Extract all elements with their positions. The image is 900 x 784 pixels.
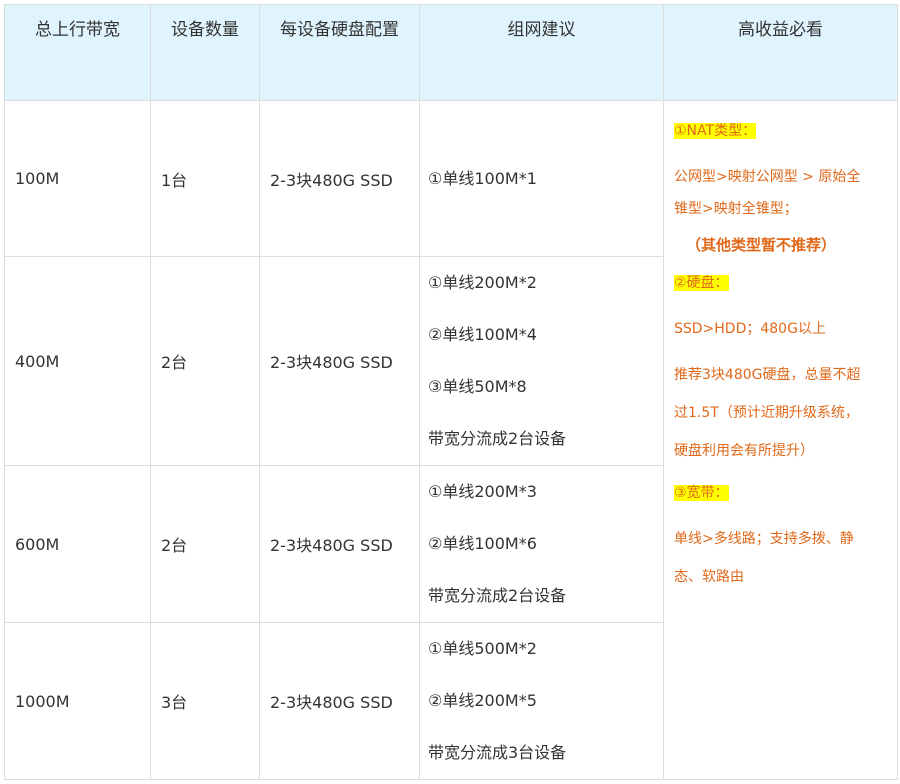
advice-line: 带宽分流成2台设备 — [428, 586, 567, 605]
header-disk-config: 每设备硬盘配置 — [259, 4, 420, 101]
bw-title: ③宽带： — [674, 485, 729, 501]
devices-cell: 2台 — [150, 256, 260, 466]
disk-line1: SSD>HDD；480G以上 — [674, 321, 826, 337]
bandwidth-cell: 400M — [4, 256, 151, 466]
advice-cell: ①单线100M*1 — [419, 100, 664, 257]
advice-line: ②单线100M*6 — [428, 534, 537, 553]
advice-line: 带宽分流成2台设备 — [428, 429, 567, 448]
advice-line: ②单线100M*4 — [428, 325, 537, 344]
nat-line1: 公网型>映射公网型 > 原始全 — [674, 169, 861, 185]
bw-line1: 单线>多线路；支持多拨、静 — [674, 531, 854, 547]
notes-cell: ①NAT类型： 公网型>映射公网型 > 原始全 锥型>映射全锥型； （其他类型暂… — [663, 100, 898, 780]
advice-cell: ①单线200M*3 ②单线100M*6 带宽分流成2台设备 — [419, 465, 664, 623]
disk-title: ②硬盘： — [674, 275, 729, 291]
advice-line: ①单线200M*3 — [428, 482, 537, 501]
disk-line4: 硬盘利用会有所提升） — [674, 443, 814, 459]
advice-line: ①单线500M*2 — [428, 639, 537, 658]
table-header-row: 总上行带宽 设备数量 每设备硬盘配置 组网建议 高收益必看 — [4, 4, 898, 101]
header-high-yield: 高收益必看 — [663, 4, 898, 101]
disk-cell: 2-3块480G SSD — [259, 256, 420, 466]
devices-cell: 1台 — [150, 100, 260, 257]
devices-cell: 2台 — [150, 465, 260, 623]
header-total-bandwidth: 总上行带宽 — [4, 4, 151, 101]
nat-bold: （其他类型暂不推荐） — [686, 236, 837, 254]
advice-line: 带宽分流成3台设备 — [428, 743, 567, 762]
bandwidth-table: 总上行带宽 设备数量 每设备硬盘配置 组网建议 高收益必看 100M 1台 2-… — [4, 4, 898, 780]
header-device-count: 设备数量 — [150, 4, 260, 101]
disk-line2: 推荐3块480G硬盘，总量不超 — [674, 367, 861, 383]
advice-line: ②单线200M*5 — [428, 691, 537, 710]
bandwidth-cell: 600M — [4, 465, 151, 623]
devices-cell: 3台 — [150, 622, 260, 780]
disk-cell: 2-3块480G SSD — [259, 622, 420, 780]
advice-cell: ①单线500M*2 ②单线200M*5 带宽分流成3台设备 — [419, 622, 664, 780]
bandwidth-cell: 1000M — [4, 622, 151, 780]
advice-line: ③单线50M*8 — [428, 377, 527, 396]
advice-cell: ①单线200M*2 ②单线100M*4 ③单线50M*8 带宽分流成2台设备 — [419, 256, 664, 466]
table-row: 100M 1台 2-3块480G SSD ①单线100M*1 ①NAT类型： 公… — [4, 100, 898, 780]
bw-line2: 态、软路由 — [674, 569, 744, 585]
nat-line2: 锥型>映射全锥型； — [674, 201, 798, 217]
disk-cell: 2-3块480G SSD — [259, 100, 420, 257]
advice-line: ①单线200M*2 — [428, 273, 537, 292]
disk-cell: 2-3块480G SSD — [259, 465, 420, 623]
advice-line: ①单线100M*1 — [428, 168, 537, 188]
nat-title: ①NAT类型： — [674, 123, 757, 139]
header-network-advice: 组网建议 — [419, 4, 664, 101]
disk-line3: 过1.5T（预计近期升级系统， — [674, 405, 859, 421]
bandwidth-cell: 100M — [4, 100, 151, 257]
